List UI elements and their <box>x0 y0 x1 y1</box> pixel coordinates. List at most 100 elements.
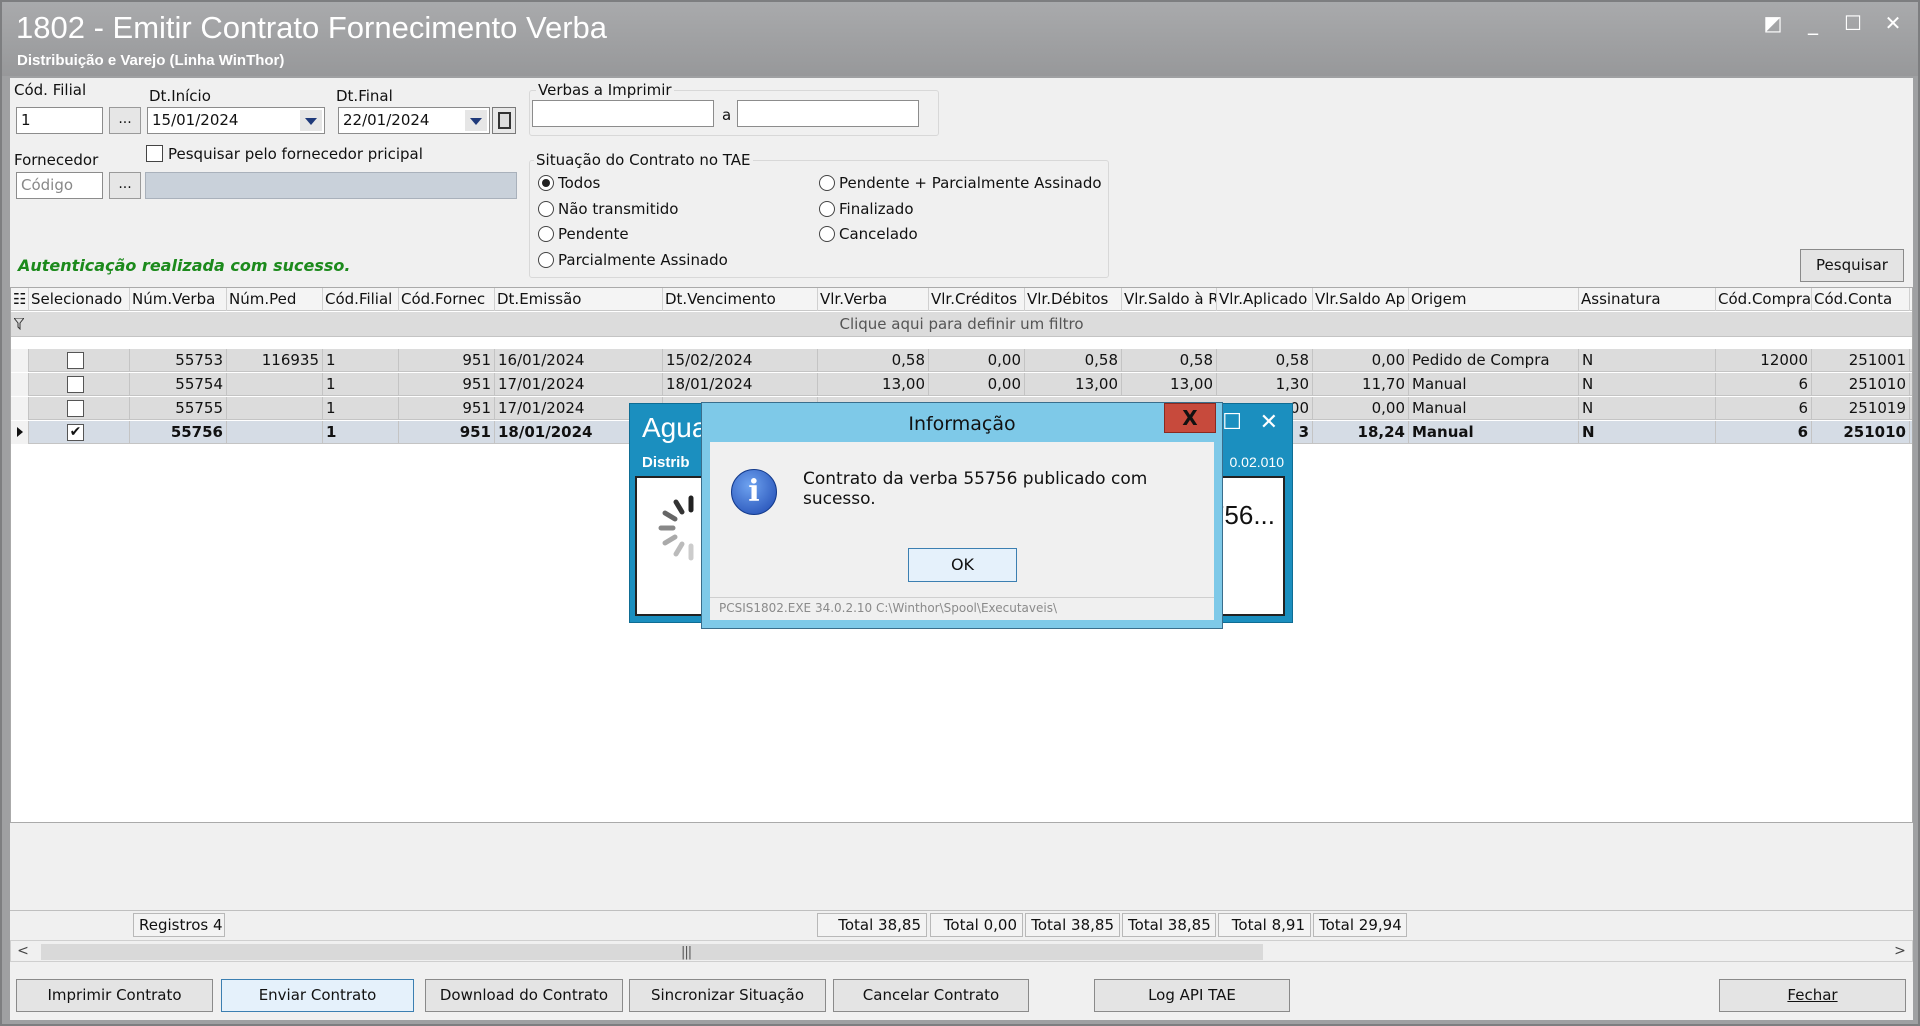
radio-parcialmente-assinado[interactable]: Parcialmente Assinado <box>538 251 728 269</box>
verba-from-input[interactable] <box>532 100 714 127</box>
verba-to-input[interactable] <box>737 100 919 127</box>
radio-finalizado[interactable]: Finalizado <box>819 200 914 218</box>
cell-dt-emissao: 16/01/2024 <box>495 349 663 372</box>
pesquisar-button[interactable]: Pesquisar <box>1800 249 1904 282</box>
row-checkbox[interactable] <box>67 352 84 369</box>
pesquisar-principal-checkbox[interactable] <box>146 145 163 162</box>
calendar-icon <box>498 112 511 129</box>
close-icon[interactable]: X <box>1164 403 1216 433</box>
status-message: Autenticação realizada com sucesso. <box>18 256 351 275</box>
cell-vlr-creditos: 0,00 <box>929 373 1025 396</box>
filial-lookup-button[interactable]: ... <box>109 107 141 134</box>
fechar-button[interactable]: Fechar <box>1719 979 1906 1012</box>
radio-dot[interactable] <box>538 201 554 217</box>
cell-cod-compra: 12000 <box>1716 349 1812 372</box>
maximize-icon[interactable]: ☐ <box>1842 12 1864 34</box>
info-status-bar: PCSIS1802.EXE 34.0.2.10 C:\Winthor\Spool… <box>710 597 1214 619</box>
chevron-down-icon[interactable] <box>300 110 322 131</box>
enviar-contrato-button[interactable]: Enviar Contrato <box>221 979 414 1012</box>
cell-vlr-saldo-ap: 0,00 <box>1313 349 1409 372</box>
radio-dot[interactable] <box>819 201 835 217</box>
radio-dot[interactable] <box>819 175 835 191</box>
close-icon[interactable]: ✕ <box>1882 12 1904 34</box>
grip-icon: ||| <box>681 945 692 960</box>
cell-selecionado[interactable] <box>29 397 130 420</box>
radio-dot[interactable] <box>538 175 554 191</box>
sincronizar-situacao-button[interactable]: Sincronizar Situação <box>629 979 826 1012</box>
col-vlr-debitos[interactable]: Vlr.Débitos <box>1025 288 1122 311</box>
col-cod-compra[interactable]: Cód.Compra <box>1716 288 1812 311</box>
row-indicator[interactable] <box>11 421 29 444</box>
col-vlr-verba[interactable]: Vlr.Verba <box>818 288 929 311</box>
radio-dot[interactable] <box>538 252 554 268</box>
col-vlr-saldo-r[interactable]: Vlr.Saldo à R <box>1122 288 1217 311</box>
chevron-down-icon[interactable] <box>465 110 487 131</box>
cell-cod-filial: 1 <box>323 349 399 372</box>
restore-icon[interactable]: ◩ <box>1762 12 1784 34</box>
col-vlr-creditos[interactable]: Vlr.Créditos <box>929 288 1025 311</box>
minimize-icon[interactable]: _ <box>1802 12 1824 34</box>
col-dt-emissao[interactable]: Dt.Emissão <box>495 288 663 311</box>
cell-selecionado[interactable]: ✔ <box>29 421 130 444</box>
column-chooser-icon[interactable]: ☷ <box>11 288 29 311</box>
cell-dt-vencimento: 15/02/2024 <box>663 349 818 372</box>
cell-cod-filial: 1 <box>323 373 399 396</box>
col-selecionado[interactable]: Selecionado <box>29 288 130 311</box>
total-vlr-debitos: Total 38,85 <box>1025 913 1120 937</box>
radio-cancelado[interactable]: Cancelado <box>819 225 918 243</box>
radio-todos[interactable]: Todos <box>538 174 600 192</box>
info-dialog: Informação X i Contrato da verba 55756 p… <box>701 402 1223 629</box>
col-num-ped[interactable]: Núm.Ped <box>227 288 323 311</box>
radio-dot[interactable] <box>538 226 554 242</box>
log-api-tae-button[interactable]: Log API TAE <box>1094 979 1290 1012</box>
grid-filter-row[interactable]: Clique aqui para definir um filtro <box>11 312 1912 337</box>
ok-button[interactable]: OK <box>908 548 1017 582</box>
col-vlr-aplicado[interactable]: Vlr.Aplicado <box>1217 288 1313 311</box>
col-origem[interactable]: Origem <box>1409 288 1579 311</box>
cell-selecionado[interactable] <box>29 373 130 396</box>
row-indicator[interactable] <box>11 373 29 396</box>
col-cod-conta[interactable]: Cód.Conta <box>1812 288 1910 311</box>
calendar-button[interactable] <box>492 107 516 134</box>
close-icon[interactable]: ✕ <box>1260 410 1278 435</box>
total-vlr-creditos: Total 0,00 <box>930 913 1023 937</box>
radio-pendente-parcial[interactable]: Pendente + Parcialmente Assinado <box>819 174 1102 192</box>
maximize-icon[interactable]: ☐ <box>1222 410 1242 435</box>
dt-final-field[interactable]: 22/01/2024 <box>338 107 490 134</box>
col-num-verba[interactable]: Núm.Verba <box>130 288 227 311</box>
dt-inicio-field[interactable]: 15/01/2024 <box>147 107 325 134</box>
table-row[interactable]: 55754 1 951 17/01/2024 18/01/2024 13,00 … <box>11 373 1912 396</box>
cell-vlr-creditos: 0,00 <box>929 349 1025 372</box>
horizontal-scrollbar[interactable]: < ||| > <box>10 940 1913 962</box>
scroll-right-icon[interactable]: > <box>1890 942 1910 961</box>
col-assinatura[interactable]: Assinatura <box>1579 288 1716 311</box>
total-vlr-aplicado: Total 8,91 <box>1218 913 1311 937</box>
col-cod-filial[interactable]: Cód.Filial <box>323 288 399 311</box>
col-cod-fornec[interactable]: Cód.Fornec <box>399 288 495 311</box>
row-checkbox[interactable]: ✔ <box>67 424 84 441</box>
imprimir-contrato-button[interactable]: Imprimir Contrato <box>16 979 213 1012</box>
download-contrato-button[interactable]: Download do Contrato <box>425 979 623 1012</box>
row-indicator[interactable] <box>11 397 29 420</box>
row-checkbox[interactable] <box>67 376 84 393</box>
col-dt-vencimento[interactable]: Dt.Vencimento <box>663 288 818 311</box>
fornecedor-lookup-button[interactable]: ... <box>109 172 141 199</box>
radio-label: Todos <box>558 174 601 192</box>
radio-dot[interactable] <box>819 226 835 242</box>
window-title: 1802 - Emitir Contrato Fornecimento Verb… <box>16 10 607 45</box>
row-checkbox[interactable] <box>67 400 84 417</box>
col-vlr-saldo-ap[interactable]: Vlr.Saldo Ap <box>1313 288 1409 311</box>
radio-nao-transmitido[interactable]: Não transmitido <box>538 200 678 218</box>
fornecedor-code-input[interactable]: Código <box>16 172 103 199</box>
radio-pendente[interactable]: Pendente <box>538 225 629 243</box>
scrollbar-thumb[interactable]: ||| <box>41 944 1263 960</box>
cell-vlr-saldo-ap: 11,70 <box>1313 373 1409 396</box>
fornecedor-name-field <box>145 172 517 199</box>
cell-selecionado[interactable] <box>29 349 130 372</box>
row-indicator[interactable] <box>11 349 29 372</box>
cod-filial-input[interactable]: 1 <box>16 107 103 134</box>
scroll-left-icon[interactable]: < <box>13 942 33 961</box>
radio-label: Finalizado <box>839 200 914 218</box>
cancelar-contrato-button[interactable]: Cancelar Contrato <box>833 979 1029 1012</box>
table-row[interactable]: 55753 116935 1 951 16/01/2024 15/02/2024… <box>11 349 1912 372</box>
